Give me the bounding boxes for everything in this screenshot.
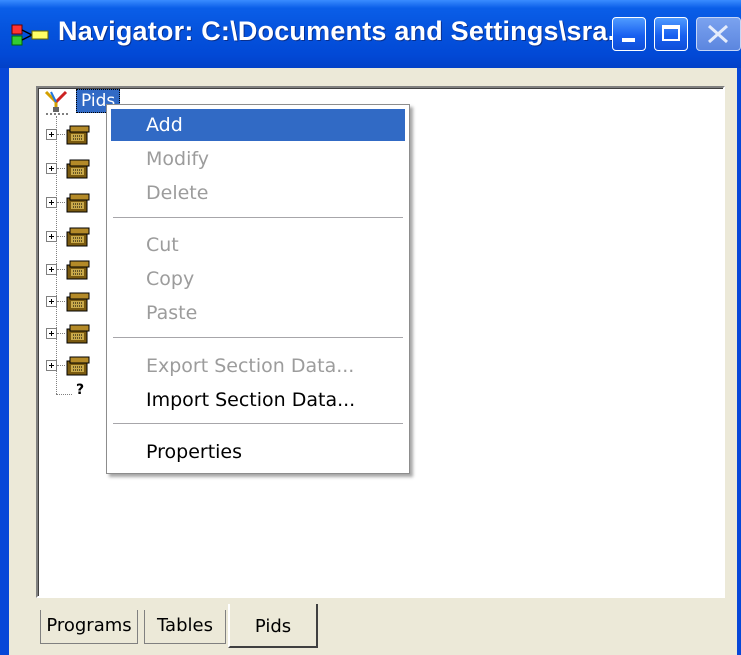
tree-node[interactable] xyxy=(46,124,106,148)
folder-cabinet-icon xyxy=(66,193,90,213)
menu-item-import-section-data[interactable]: Import Section Data... xyxy=(111,384,405,416)
navigator-app-icon xyxy=(11,24,49,46)
tab-programs[interactable]: Programs xyxy=(40,610,138,644)
expand-plus-icon[interactable] xyxy=(46,163,57,174)
expand-plus-icon[interactable] xyxy=(46,264,57,275)
tab-tables[interactable]: Tables xyxy=(144,610,226,644)
folder-cabinet-icon xyxy=(66,260,90,280)
tree-node[interactable] xyxy=(46,291,106,315)
menu-item-properties[interactable]: Properties xyxy=(111,436,405,468)
expand-plus-icon[interactable] xyxy=(46,296,57,307)
menu-separator xyxy=(113,337,403,339)
maximize-button[interactable] xyxy=(654,17,688,51)
menu-item-delete[interactable]: Delete xyxy=(111,177,405,209)
expand-plus-icon[interactable] xyxy=(46,328,57,339)
title-bar[interactable]: Navigator: C:\Documents and Settings\sra… xyxy=(0,0,741,68)
expand-plus-icon[interactable] xyxy=(46,360,57,371)
window-border-right xyxy=(737,68,741,655)
minimize-button[interactable] xyxy=(612,17,646,51)
close-button[interactable] xyxy=(696,17,741,51)
menu-item-copy[interactable]: Copy xyxy=(111,263,405,295)
folder-cabinet-icon xyxy=(66,324,90,344)
maximize-icon xyxy=(662,25,680,41)
context-menu: Add Modify Delete Cut Copy Paste Export … xyxy=(106,104,410,474)
expand-plus-icon[interactable] xyxy=(46,129,57,140)
tab-pids[interactable]: Pids xyxy=(228,604,318,648)
unknown-icon: ? xyxy=(76,382,85,398)
folder-cabinet-icon xyxy=(66,227,90,247)
tree-node[interactable] xyxy=(46,226,106,250)
expand-plus-icon[interactable] xyxy=(46,231,57,242)
menu-item-export-section-data[interactable]: Export Section Data... xyxy=(111,350,405,382)
window-title: Navigator: C:\Documents and Settings\sra… xyxy=(58,16,631,46)
tree-node[interactable] xyxy=(46,259,106,283)
folder-cabinet-icon xyxy=(66,292,90,312)
tree-node[interactable] xyxy=(46,355,106,379)
menu-separator xyxy=(113,217,403,219)
menu-separator xyxy=(113,423,403,425)
minimize-icon xyxy=(622,38,635,42)
tab-strip: Programs Tables Pids xyxy=(36,600,725,655)
window-border-left xyxy=(0,68,9,655)
pid-root-icon xyxy=(44,90,68,115)
navigator-window: Navigator: C:\Documents and Settings\sra… xyxy=(0,0,741,655)
tree-connector xyxy=(56,394,72,395)
menu-item-modify[interactable]: Modify xyxy=(111,143,405,175)
menu-item-cut[interactable]: Cut xyxy=(111,229,405,261)
tree-node[interactable] xyxy=(46,323,106,347)
expand-plus-icon[interactable] xyxy=(46,197,57,208)
menu-item-add[interactable]: Add xyxy=(111,109,405,141)
close-icon xyxy=(708,24,728,44)
folder-cabinet-icon xyxy=(66,125,90,145)
menu-item-paste[interactable]: Paste xyxy=(111,297,405,329)
folder-cabinet-icon xyxy=(66,159,90,179)
tree-node[interactable] xyxy=(46,158,106,182)
folder-cabinet-icon xyxy=(66,356,90,376)
tree-node[interactable] xyxy=(46,192,106,216)
